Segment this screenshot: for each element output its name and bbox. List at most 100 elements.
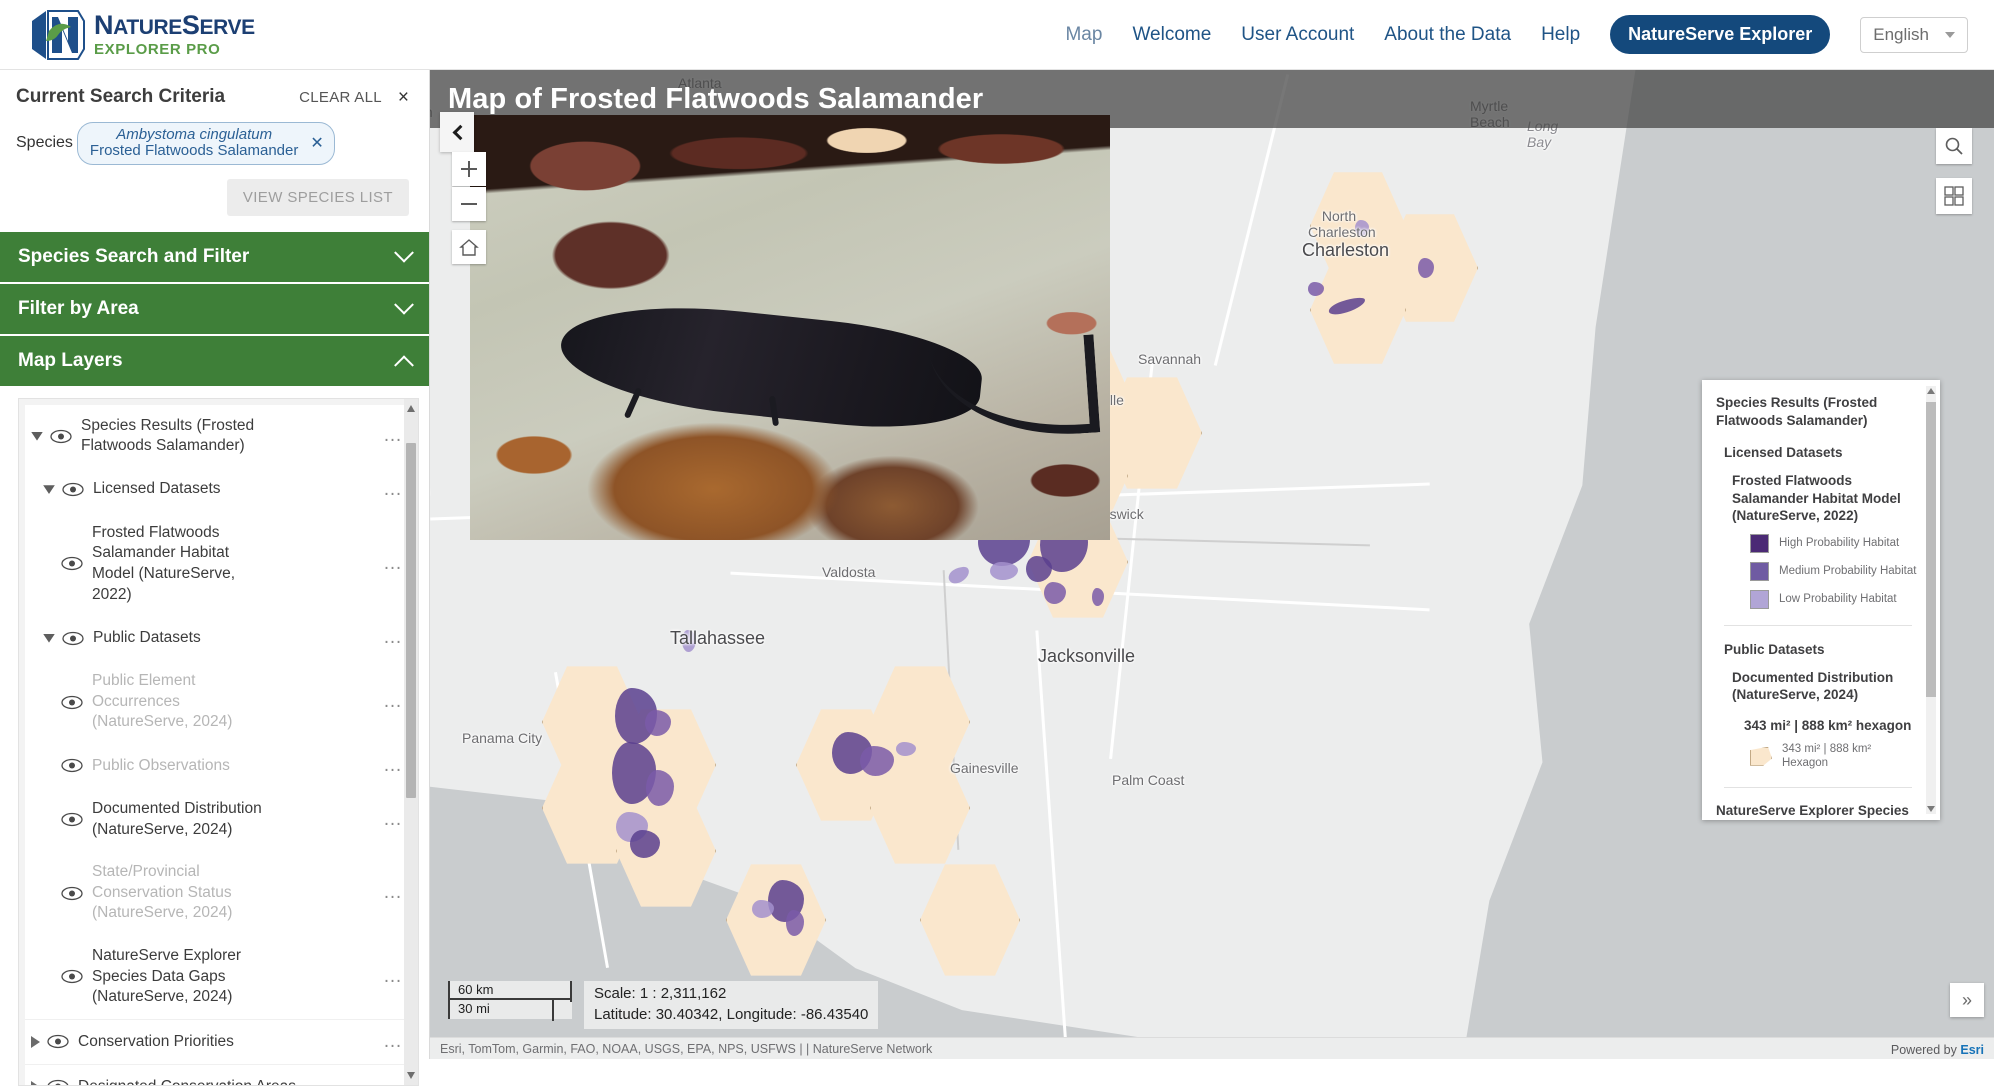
brand-ature: ATURE: [113, 16, 182, 39]
layer-item-public-element-occurrences[interactable]: Public Element Occurrences (NatureServe,…: [25, 660, 412, 744]
current-search-criteria-header: Current Search Criteria CLEAR ALL ×: [0, 70, 429, 112]
layer-options-icon[interactable]: …: [373, 809, 404, 831]
main-navigation: Map Welcome User Account About the Data …: [1065, 15, 1968, 54]
visibility-eye-icon[interactable]: [61, 969, 83, 984]
scroll-up-icon[interactable]: [1927, 388, 1935, 394]
visibility-eye-icon[interactable]: [61, 556, 83, 571]
layer-item-documented-distribution[interactable]: Documented Distribution (NatureServe, 20…: [25, 788, 412, 851]
map-view[interactable]: Atlanta Birmingham Augusta Myrtle Beach …: [430, 70, 1994, 1059]
brand-s: S: [181, 10, 200, 40]
visibility-eye-icon[interactable]: [61, 758, 83, 773]
expand-panel-button[interactable]: »: [1950, 983, 1984, 1017]
zoom-out-button[interactable]: [452, 187, 486, 221]
layer-item-species-results[interactable]: Species Results (Frosted Flatwoods Salam…: [25, 405, 412, 468]
accordion-filter-by-area[interactable]: Filter by Area: [0, 283, 429, 336]
scroll-down-icon[interactable]: [407, 1071, 415, 1079]
caret-open-icon[interactable]: [43, 633, 55, 643]
layer-item-licensed-datasets[interactable]: Licensed Datasets …: [25, 468, 412, 512]
layer-options-icon[interactable]: …: [373, 691, 404, 713]
accordion-species-search-and-filter[interactable]: Species Search and Filter: [0, 231, 429, 284]
map-label-tallahassee: Tallahassee: [670, 628, 766, 648]
language-select-value: English: [1873, 24, 1929, 44]
layer-options-icon[interactable]: …: [373, 755, 404, 777]
layer-label: Public Element Occurrences (NatureServe,…: [92, 672, 233, 731]
layer-options-icon[interactable]: …: [373, 882, 404, 904]
layer-options-icon[interactable]: …: [373, 1076, 404, 1085]
layer-item-public-observations[interactable]: Public Observations …: [25, 744, 412, 788]
layer-label: Documented Distribution (NatureServe, 20…: [92, 799, 262, 838]
layer-options-icon[interactable]: …: [373, 1031, 404, 1053]
visibility-eye-icon[interactable]: [47, 1079, 69, 1085]
legend-divider: [1724, 624, 1912, 626]
minus-icon: [461, 196, 477, 212]
visibility-eye-icon[interactable]: [61, 695, 83, 710]
basemap-gallery-button[interactable]: [1936, 178, 1972, 214]
swatch-medium-probability: [1750, 561, 1769, 581]
language-select[interactable]: English: [1860, 16, 1968, 53]
caret-open-icon[interactable]: [31, 431, 43, 441]
scroll-up-icon[interactable]: [407, 404, 415, 412]
map-title: Map of Frosted Flatwoods Salamander: [448, 82, 984, 115]
logo[interactable]: NATURESERVE EXPLORER PRO: [28, 7, 255, 63]
layer-options-icon[interactable]: …: [373, 966, 404, 988]
accordion-map-layers[interactable]: Map Layers: [0, 335, 429, 388]
remove-species-icon[interactable]: ✕: [310, 133, 323, 153]
clear-all-button[interactable]: CLEAR ALL: [299, 89, 382, 106]
caret-closed-icon[interactable]: [31, 1080, 40, 1085]
caret-open-icon[interactable]: [43, 485, 55, 495]
home-button[interactable]: [452, 230, 486, 264]
home-icon: [459, 238, 479, 256]
search-button[interactable]: [1936, 128, 1972, 164]
view-species-list-row: VIEW SPECIES LIST: [0, 169, 429, 232]
natureserve-explorer-button[interactable]: NatureServe Explorer: [1610, 15, 1831, 54]
legend-swatch-row: Medium Probability Habitat: [1750, 561, 1918, 581]
zoom-in-button[interactable]: [452, 152, 486, 186]
swatch-high-probability: [1750, 533, 1769, 553]
layer-label: Public Observations: [92, 756, 230, 774]
nav-link-help[interactable]: Help: [1541, 24, 1580, 46]
legend-hexagon-row: 343 mi² | 888 km² Hexagon: [1750, 742, 1918, 771]
layer-item-species-data-gaps[interactable]: NatureServe Explorer Species Data Gaps (…: [25, 935, 412, 1020]
visibility-eye-icon[interactable]: [50, 429, 72, 444]
coordinates-readout: Scale: 1 : 2,311,162 Latitude: 30.40342,…: [584, 980, 879, 1029]
layer-item-state-provincial-conservation-status[interactable]: State/Provincial Conservation Status (Na…: [25, 851, 412, 935]
brand-text: NATURESERVE EXPLORER PRO: [94, 10, 255, 58]
scroll-down-icon[interactable]: [1927, 806, 1935, 812]
collapse-panel-button[interactable]: [440, 112, 474, 152]
layer-item-designated-conservation-areas[interactable]: Designated Conservation Areas …: [25, 1065, 412, 1085]
view-species-list-button[interactable]: VIEW SPECIES LIST: [226, 178, 409, 216]
chevron-down-icon: [394, 294, 414, 315]
visibility-eye-icon[interactable]: [61, 886, 83, 901]
layer-options-icon[interactable]: …: [373, 479, 404, 501]
nav-link-user-account[interactable]: User Account: [1241, 24, 1354, 46]
layer-item-habitat-model[interactable]: Frosted Flatwoods Salamander Habitat Mod…: [25, 512, 412, 616]
legend-swatch-label: High Probability Habitat: [1779, 537, 1900, 550]
layer-options-icon[interactable]: …: [373, 553, 404, 575]
visibility-eye-icon[interactable]: [62, 631, 84, 646]
close-icon[interactable]: ×: [398, 88, 409, 107]
scrollbar-thumb[interactable]: [406, 442, 416, 798]
visibility-eye-icon[interactable]: [61, 812, 83, 827]
legend-layer-habitat-model: Frosted Flatwoods Salamander Habitat Mod…: [1732, 473, 1901, 524]
caret-closed-icon[interactable]: [31, 1035, 40, 1048]
layer-tree-scrollbar[interactable]: [404, 398, 418, 1085]
legend-scrollbar[interactable]: [1926, 386, 1936, 814]
layer-item-conservation-priorities[interactable]: Conservation Priorities …: [25, 1020, 412, 1065]
layer-options-icon[interactable]: …: [373, 627, 404, 649]
visibility-eye-icon[interactable]: [62, 482, 84, 497]
nav-link-about-the-data[interactable]: About the Data: [1384, 24, 1511, 46]
powered-by-text: Powered by: [1890, 1043, 1961, 1057]
visibility-eye-icon[interactable]: [47, 1034, 69, 1049]
esri-brand[interactable]: Esri: [1960, 1043, 1984, 1057]
legend-divider: [1724, 786, 1912, 788]
legend-panel[interactable]: Species Results (Frosted Flatwoods Salam…: [1702, 380, 1940, 820]
nav-link-map[interactable]: Map: [1065, 24, 1102, 46]
species-criteria-row: Species Ambystoma cingulatum Frosted Fla…: [0, 112, 429, 169]
species-chip[interactable]: Ambystoma cingulatum Frosted Flatwoods S…: [76, 122, 335, 165]
scrollbar-thumb[interactable]: [1926, 402, 1936, 697]
layer-item-public-datasets[interactable]: Public Datasets …: [25, 616, 412, 660]
nav-link-welcome[interactable]: Welcome: [1132, 24, 1211, 46]
legend-root-title: Species Results (Frosted Flatwoods Salam…: [1716, 395, 1878, 428]
species-scientific-name: Ambystoma cingulatum: [116, 126, 273, 143]
layer-options-icon[interactable]: …: [373, 425, 404, 447]
